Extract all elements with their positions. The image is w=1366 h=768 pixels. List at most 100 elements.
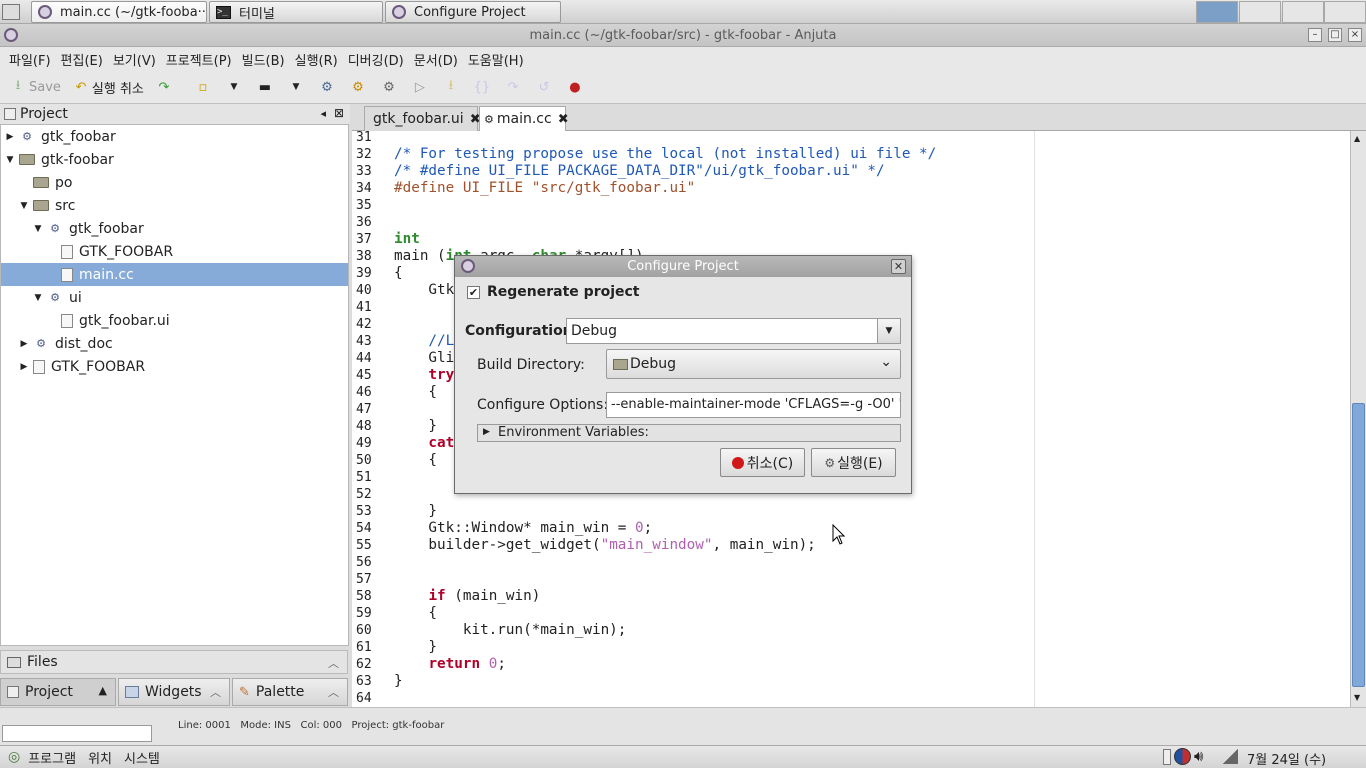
menu-help[interactable]: 도움말(H) bbox=[463, 50, 529, 69]
menu-view[interactable]: 보기(V) bbox=[108, 50, 161, 69]
maximize-icon[interactable]: □ bbox=[1328, 28, 1342, 42]
cancel-button[interactable]: 취소(C) bbox=[720, 448, 805, 477]
menu-file[interactable]: 파일(F) bbox=[4, 50, 56, 69]
breakpoint-icon: ● bbox=[569, 79, 581, 95]
execute-button[interactable]: ⚙ 실행(E) bbox=[811, 448, 896, 477]
chevron-up-icon[interactable]: ︿ bbox=[210, 684, 221, 700]
expand-icon[interactable]: ▶ bbox=[19, 339, 29, 349]
collapse-icon[interactable]: ▼ bbox=[33, 224, 43, 234]
menu-project[interactable]: 프로젝트(P) bbox=[161, 50, 237, 69]
tab-main-cc[interactable]: ⚙ main.cc ✖ bbox=[479, 106, 569, 131]
build-directory-chooser[interactable]: Debug ⌄ bbox=[606, 349, 901, 379]
line-number: 53 bbox=[356, 504, 372, 519]
volume-icon[interactable]: 🔊︎ bbox=[1194, 747, 1203, 765]
show-desktop-icon[interactable] bbox=[2, 4, 20, 20]
menu-edit[interactable]: 편집(E) bbox=[56, 50, 108, 69]
expand-icon[interactable]: ▶ bbox=[5, 132, 15, 142]
clipboard-icon[interactable] bbox=[1163, 749, 1171, 765]
collapse-icon[interactable]: ▼ bbox=[19, 201, 29, 211]
collapse-icon[interactable]: ▼ bbox=[5, 155, 15, 165]
environment-variables-expander[interactable]: ▶ Environment Variables: bbox=[477, 424, 901, 442]
line-number: 47 bbox=[356, 402, 372, 417]
scroll-up-icon[interactable]: ▲ bbox=[1354, 134, 1360, 143]
run-button[interactable]: ▷ bbox=[408, 75, 435, 99]
workspace-2[interactable] bbox=[1239, 1, 1281, 23]
tree-item[interactable]: ▼ ⚙ ui bbox=[1, 286, 348, 309]
redo-button[interactable]: ↷ bbox=[152, 75, 179, 99]
tree-item[interactable]: ▶ ⚙ dist_doc bbox=[1, 332, 348, 355]
task-configure-project[interactable]: Configure Project bbox=[385, 1, 561, 23]
configure-project-dialog: Configure Project ✕ ✔ Regenerate project… bbox=[454, 255, 912, 494]
undo-button[interactable]: ↶ 실행 취소 bbox=[69, 75, 148, 99]
breakpoint-button[interactable]: ● bbox=[563, 75, 590, 99]
dock-icon[interactable]: ◂ bbox=[320, 107, 326, 120]
line-number: 64 bbox=[356, 691, 372, 706]
clock[interactable]: 7월 24일 (수) 16:39 bbox=[1247, 749, 1366, 768]
step-over-button[interactable]: ↷ bbox=[501, 75, 528, 99]
expand-icon[interactable]: ▶ bbox=[19, 362, 29, 372]
menu-documents[interactable]: 문서(D) bbox=[409, 50, 463, 69]
step-button[interactable]: ⭳ bbox=[439, 75, 466, 99]
save-button[interactable]: ⭳ Save bbox=[6, 75, 65, 99]
workspace-3[interactable] bbox=[1282, 1, 1324, 23]
chevron-down-icon[interactable]: ▼ bbox=[877, 318, 901, 344]
menu-run[interactable]: 실행(R) bbox=[290, 50, 343, 69]
tree-item[interactable]: GTK_FOOBAR bbox=[1, 240, 348, 263]
configure-options-input[interactable]: --enable-maintainer-mode 'CFLAGS=-g -O0'… bbox=[606, 392, 901, 418]
new-dropdown[interactable]: ▼ bbox=[222, 75, 249, 99]
line-number: 43 bbox=[356, 334, 372, 349]
scrollbar-thumb[interactable] bbox=[1352, 403, 1365, 687]
tree-item[interactable]: ▼ gtk-foobar bbox=[1, 148, 348, 171]
chevron-down-icon: ⌄ bbox=[880, 354, 892, 370]
build-project-button[interactable]: ⚙ bbox=[346, 75, 373, 99]
close-icon[interactable]: ✖ bbox=[558, 112, 569, 127]
chevron-up-icon[interactable]: ︿ bbox=[328, 655, 339, 671]
tree-item[interactable]: ▼ ⚙ gtk_foobar bbox=[1, 217, 348, 240]
chevron-up-icon[interactable]: ︿ bbox=[328, 684, 339, 700]
file-icon bbox=[33, 359, 45, 374]
close-icon[interactable]: ⊠ bbox=[334, 106, 344, 120]
close-icon[interactable]: ✕ bbox=[891, 259, 906, 274]
tree-item[interactable]: main.cc bbox=[1, 263, 348, 286]
line-number-gutter: 31 32 33 34 35 36 37 38 39 40 41 42 43 44 45 46 47 48 49 50… bbox=[352, 131, 386, 707]
build-button[interactable]: ⚙ bbox=[315, 75, 342, 99]
tree-item[interactable]: po bbox=[1, 171, 348, 194]
close-icon[interactable]: × bbox=[1348, 28, 1362, 42]
configuration-combo[interactable]: Debug bbox=[566, 318, 878, 344]
tree-item[interactable]: ▶ GTK_FOOBAR bbox=[1, 355, 348, 378]
tab-palette[interactable]: ✎ Palette ︿ bbox=[232, 678, 348, 706]
files-panel-header[interactable]: Files ︿ bbox=[0, 650, 348, 674]
workspace-4[interactable] bbox=[1324, 1, 1366, 23]
open-button[interactable]: ▬ bbox=[253, 75, 280, 99]
tab-widgets[interactable]: Widgets ︿ bbox=[118, 678, 230, 706]
tab-project[interactable]: Project ▲ bbox=[0, 678, 116, 706]
tab-gtk-foobar-ui[interactable]: gtk_foobar.ui ✖ bbox=[364, 106, 481, 131]
line-number: 42 bbox=[356, 317, 372, 332]
scroll-down-icon[interactable]: ▼ bbox=[1354, 693, 1360, 702]
gear-icon: ⚙ bbox=[484, 112, 494, 126]
workspace-1[interactable] bbox=[1196, 1, 1238, 23]
step-into-button[interactable]: {} bbox=[470, 75, 497, 99]
terminal-icon: >_ bbox=[216, 5, 231, 19]
new-file-button[interactable]: ▫ bbox=[191, 75, 218, 99]
step-out-button[interactable]: ↺ bbox=[532, 75, 559, 99]
tree-item[interactable]: ▼ src bbox=[1, 194, 348, 217]
network-icon[interactable] bbox=[1222, 749, 1238, 764]
tree-item[interactable]: ▶ ⚙ gtk_foobar bbox=[1, 125, 348, 148]
task-main-cc[interactable]: main.cc (~/gtk-fooba··· bbox=[31, 1, 207, 23]
menu-system[interactable]: 시스템 bbox=[124, 748, 160, 767]
input-method-icon[interactable] bbox=[1174, 748, 1191, 765]
minimize-icon[interactable]: – bbox=[1308, 28, 1322, 42]
menu-places[interactable]: 위치 bbox=[88, 748, 112, 767]
menu-applications[interactable]: 프로그램 bbox=[28, 748, 76, 767]
regenerate-checkbox[interactable]: ✔ bbox=[467, 286, 480, 299]
open-dropdown[interactable]: ▼ bbox=[284, 75, 311, 99]
collapse-icon[interactable]: ▼ bbox=[33, 293, 43, 303]
editor-scrollbar[interactable]: ▲ ▼ bbox=[1350, 131, 1366, 707]
chevron-up-icon[interactable]: ▲ bbox=[99, 684, 107, 697]
menu-build[interactable]: 빌드(B) bbox=[237, 50, 290, 69]
menu-debug[interactable]: 디버깅(D) bbox=[343, 50, 409, 69]
task-terminal[interactable]: >_ 터미널 bbox=[209, 1, 383, 23]
configure-button[interactable]: ⚙ bbox=[377, 75, 404, 99]
tree-item[interactable]: gtk_foobar.ui bbox=[1, 309, 348, 332]
